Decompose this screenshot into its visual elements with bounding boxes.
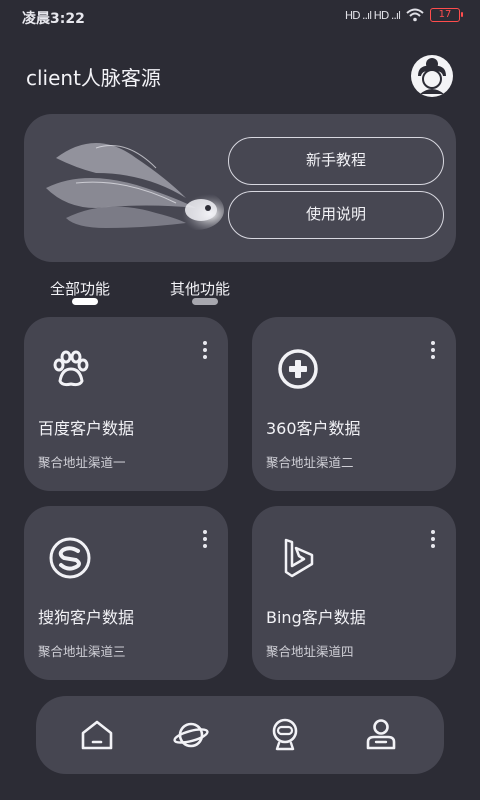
- more-menu-icon[interactable]: [428, 530, 438, 550]
- card-subtitle: 聚合地址渠道二: [266, 455, 354, 470]
- battery-icon: 17: [430, 8, 463, 22]
- bottom-nav: [36, 696, 444, 774]
- instructions-button[interactable]: 使用说明: [228, 191, 444, 239]
- goldfish-illustration: [46, 143, 224, 230]
- more-menu-icon[interactable]: [200, 530, 210, 550]
- robot-icon[interactable]: [266, 716, 304, 754]
- tab-all-features[interactable]: 全部功能: [50, 278, 110, 299]
- wifi-icon: [406, 8, 424, 22]
- hero-card: 新手教程 使用说明: [24, 114, 456, 262]
- tab-indicator-active: [72, 298, 98, 305]
- more-menu-icon[interactable]: [200, 341, 210, 361]
- card-subtitle: 聚合地址渠道三: [38, 644, 126, 659]
- tab-indicator-inactive: [192, 298, 218, 305]
- more-menu-icon[interactable]: [428, 341, 438, 361]
- card-subtitle: 聚合地址渠道四: [266, 644, 354, 659]
- sogou-icon: [49, 537, 91, 579]
- card-title: 百度客户数据: [38, 419, 135, 438]
- status-bar: 凌晨3:22 HD ..ıl HD ..ıl 17: [0, 0, 480, 32]
- card-subtitle: 聚合地址渠道一: [38, 455, 126, 470]
- 360-icon: [278, 349, 318, 389]
- page-title: client人脉客源: [26, 66, 161, 90]
- baidu-paw-icon: [53, 350, 89, 387]
- profile-icon[interactable]: [362, 716, 400, 754]
- planet-icon[interactable]: [172, 716, 210, 754]
- home-icon[interactable]: [78, 716, 116, 754]
- status-icons: HD ..ıl HD ..ıl 17: [344, 8, 463, 22]
- bing-icon: [284, 538, 314, 578]
- card-title: Bing客户数据: [266, 608, 366, 627]
- card-title: 360客户数据: [266, 419, 361, 438]
- card-sogou[interactable]: 搜狗客户数据 聚合地址渠道三: [24, 506, 228, 680]
- user-avatar-icon[interactable]: [410, 54, 454, 98]
- tutorial-button[interactable]: 新手教程: [228, 137, 444, 185]
- tab-other-features[interactable]: 其他功能: [170, 278, 230, 299]
- card-title: 搜狗客户数据: [38, 608, 135, 627]
- status-time: 凌晨3:22: [22, 11, 85, 27]
- card-bing[interactable]: Bing客户数据 聚合地址渠道四: [252, 506, 456, 680]
- signal-icon: HD ..ıl HD ..ıl: [344, 8, 401, 22]
- card-360[interactable]: 360客户数据 聚合地址渠道二: [252, 317, 456, 491]
- card-baidu[interactable]: 百度客户数据 聚合地址渠道一: [24, 317, 228, 491]
